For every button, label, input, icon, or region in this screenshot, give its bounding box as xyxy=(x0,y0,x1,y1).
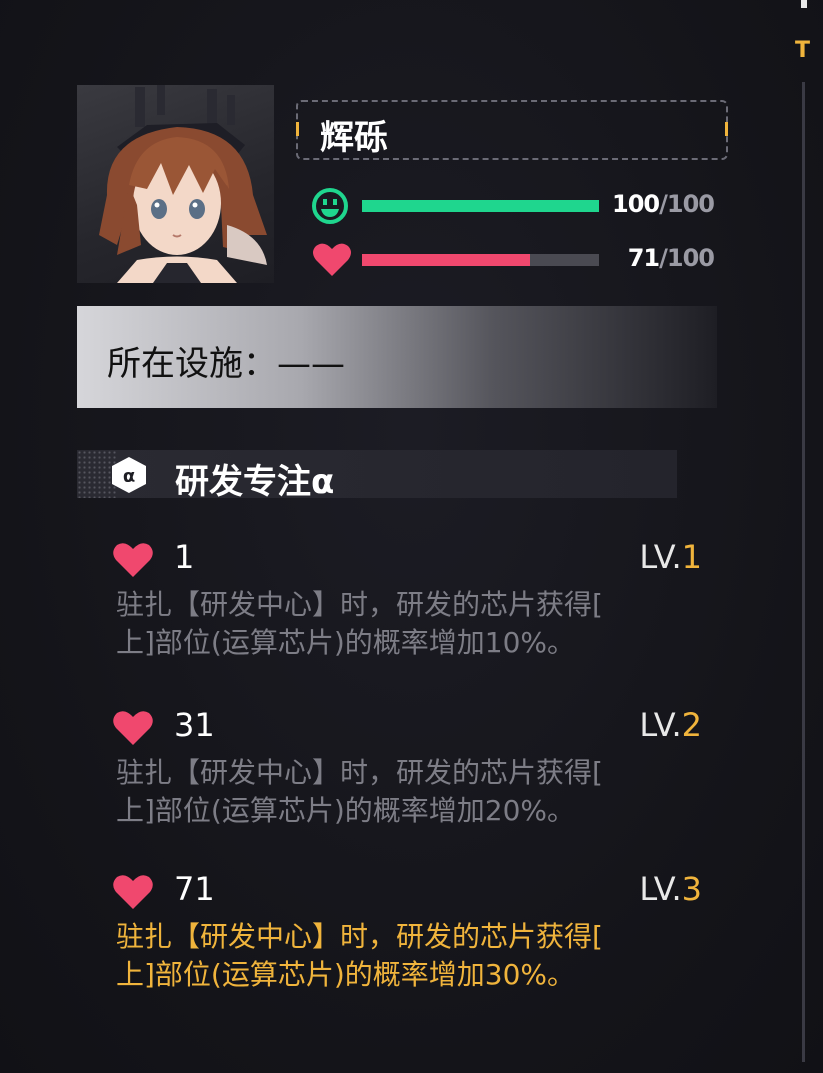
smiley-face-icon xyxy=(312,188,348,224)
mood-bar xyxy=(362,200,599,212)
level-requirement: 71 xyxy=(174,870,215,908)
affection-max: /100 xyxy=(659,244,715,272)
mood-value: 100/100 xyxy=(612,190,715,218)
level-description-line: 驻扎【研发中心】时，研发的芯片获得[ xyxy=(116,920,603,953)
mood-current: 100 xyxy=(612,190,660,218)
level-description-line: 上]部位(运算芯片)的概率增加30%。 xyxy=(116,958,576,991)
level-number: 1 xyxy=(681,538,702,576)
heart-icon xyxy=(113,711,153,745)
facility-label: 所在设施：—— xyxy=(107,344,345,384)
level-prefix: LV. xyxy=(639,538,682,576)
level-requirement: 1 xyxy=(174,538,195,576)
heart-icon xyxy=(113,875,153,909)
level-description-line: 驻扎【研发中心】时，研发的芯片获得[ xyxy=(116,756,603,789)
level-prefix: LV. xyxy=(639,870,682,908)
character-name-box: 辉砾 xyxy=(296,100,728,160)
level-label: LV.3 xyxy=(639,870,702,908)
level-description: 驻扎【研发中心】时，研发的芯片获得[ 上]部位(运算芯片)的概率增加30%。 xyxy=(116,918,706,994)
name-box-bracket-left xyxy=(296,122,299,136)
level-description: 驻扎【研发中心】时，研发的芯片获得[ 上]部位(运算芯片)的概率增加10%。 xyxy=(116,586,706,662)
character-portrait xyxy=(77,85,274,283)
skill-header: α 研发专注α xyxy=(77,450,677,502)
affection-bar xyxy=(362,254,599,266)
level-description-line: 驻扎【研发中心】时，研发的芯片获得[ xyxy=(116,588,603,621)
heart-icon xyxy=(313,243,351,276)
level-number: 3 xyxy=(681,870,702,908)
character-portrait-art xyxy=(99,85,267,283)
scrollbar-top-marker xyxy=(801,0,807,8)
alpha-hexagon-icon: α xyxy=(112,457,146,493)
level-description-line: 上]部位(运算芯片)的概率增加10%。 xyxy=(116,626,576,659)
affection-stat: 71/100 xyxy=(310,240,720,280)
heart-icon xyxy=(113,543,153,577)
level-label: LV.1 xyxy=(639,538,702,576)
alpha-glyph: α xyxy=(123,466,135,487)
skill-title: 研发专注α xyxy=(175,462,335,502)
mood-bar-fill xyxy=(362,200,599,212)
scrollbar-track[interactable] xyxy=(802,82,805,1062)
scrollbar-letter: T xyxy=(795,38,811,63)
mood-stat: 100/100 xyxy=(310,186,720,226)
affection-current: 71 xyxy=(627,244,660,272)
mood-max: /100 xyxy=(659,190,715,218)
level-prefix: LV. xyxy=(639,706,682,744)
character-name: 辉砾 xyxy=(320,118,388,158)
level-number: 2 xyxy=(681,706,702,744)
level-requirement: 31 xyxy=(174,706,215,744)
level-description: 驻扎【研发中心】时，研发的芯片获得[ 上]部位(运算芯片)的概率增加20%。 xyxy=(116,754,706,830)
level-label: LV.2 xyxy=(639,706,702,744)
facility-banner: 所在设施：—— xyxy=(77,306,717,408)
affection-value: 71/100 xyxy=(627,244,715,272)
affection-bar-fill xyxy=(362,254,531,266)
name-box-bracket-right xyxy=(725,122,728,136)
level-description-line: 上]部位(运算芯片)的概率增加20%。 xyxy=(116,794,576,827)
